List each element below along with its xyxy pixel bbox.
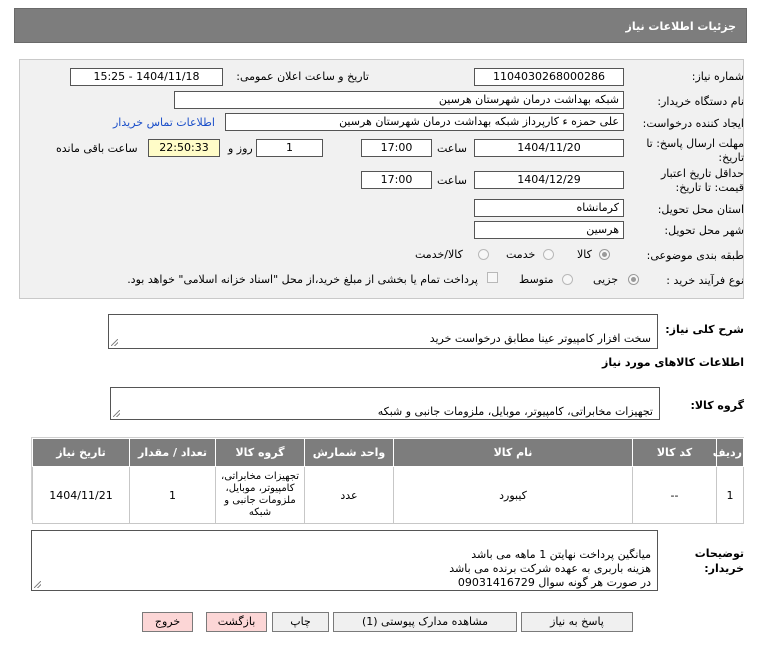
province-label: استان محل تحویل: — [657, 203, 744, 216]
treasury-payment-note: پرداخت تمام یا بخشی از مبلغ خرید،از محل … — [127, 273, 478, 286]
validity-label: حداقل تاریخ اعتبار قیمت: تا تاریخ: — [660, 167, 744, 194]
buyer-org-label: نام دستگاه خریدار: — [657, 95, 744, 108]
table-row[interactable]: 1 -- کیبورد عدد تجهیزات مخابراتی، کامپیو… — [32, 466, 744, 524]
city-label: شهر محل تحویل: — [664, 224, 744, 237]
category-radio-goods-service[interactable] — [478, 249, 489, 260]
col-header-row: ردیف — [713, 438, 744, 467]
goods-group-label: گروه کالا: — [690, 399, 744, 412]
col-header-name: نام کالا — [393, 438, 633, 467]
reply-button[interactable]: پاسخ به نیاز — [521, 612, 633, 632]
items-table: ردیف کد کالا نام کالا واحد شمارش گروه کا… — [32, 438, 744, 524]
validity-date-field: 1404/12/29 — [474, 171, 624, 189]
category-radio-goods[interactable] — [599, 249, 610, 260]
deadline-time-label: ساعت — [437, 142, 467, 155]
col-header-date: تاریخ نیاز — [32, 438, 130, 467]
cell-unit: عدد — [304, 466, 394, 524]
cell-code: -- — [632, 466, 717, 524]
announce-date-field: 1404/11/18 - 15:25 — [70, 68, 223, 86]
goods-group-field[interactable]: تجهیزات مخابراتی، کامپیوتر، موبایل، ملزو… — [110, 387, 660, 420]
col-header-group: گروه کالا — [215, 438, 305, 467]
validity-time-label: ساعت — [437, 174, 467, 187]
print-button[interactable]: چاپ — [272, 612, 329, 632]
category-radio-service[interactable] — [543, 249, 554, 260]
back-button[interactable]: بازگشت — [206, 612, 267, 632]
goods-group-text: تجهیزات مخابراتی، کامپیوتر، موبایل، ملزو… — [377, 405, 653, 418]
col-header-code: کد کالا — [632, 438, 717, 467]
resize-grip-icon[interactable] — [111, 339, 118, 346]
deadline-date-field: 1404/11/20 — [474, 139, 624, 157]
description-text: سخت افزار کامپیوتر عینا مطابق درخواست خر… — [429, 332, 651, 345]
buyer-org-field: شبکه بهداشت درمان شهرستان هرسین — [174, 91, 624, 109]
deadline-time-field: 17:00 — [361, 139, 432, 157]
purchase-type-label: نوع فرآیند خرید : — [666, 274, 744, 287]
buyer-contact-link[interactable]: اطلاعات تماس خریدار — [113, 116, 215, 129]
description-field[interactable]: سخت افزار کامپیوتر عینا مطابق درخواست خر… — [108, 314, 658, 349]
need-number-label: شماره نیاز: — [691, 70, 744, 83]
category-option-service: خدمت — [506, 248, 536, 261]
resize-grip-icon[interactable] — [34, 581, 41, 588]
category-option-goods-service: کالا/خدمت — [415, 248, 463, 261]
need-number-field: 1104030268000286 — [474, 68, 624, 86]
province-field: کرمانشاه — [474, 199, 624, 217]
deadline-label: مهلت ارسال پاسخ: تا تاریخ: — [646, 137, 744, 164]
goods-info-title: اطلاعات کالاهای مورد نیاز — [602, 356, 744, 369]
col-header-qty: تعداد / مقدار — [129, 438, 216, 467]
category-option-goods: کالا — [577, 248, 592, 261]
purchase-option-minor: جزیی — [593, 273, 619, 286]
cell-date: 1404/11/21 — [32, 466, 130, 524]
cell-group: تجهیزات مخابراتی، کامپیوتر، موبایل، ملزو… — [215, 466, 305, 524]
category-label: طبقه بندی موضوعی: — [646, 249, 744, 262]
buyer-notes-text: میانگین پرداخت نهایتن 1 ماهه می باشد هزی… — [449, 548, 651, 589]
validity-time-field: 17:00 — [361, 171, 432, 189]
cell-qty: 1 — [129, 466, 216, 524]
page-header: جزئیات اطلاعات نیاز — [14, 8, 747, 43]
cell-name: کیبورد — [393, 466, 633, 524]
buyer-notes-label: توضیحات خریدار: — [694, 547, 744, 575]
treasury-payment-checkbox[interactable] — [487, 272, 498, 283]
resize-grip-icon[interactable] — [113, 410, 120, 417]
remaining-time-field: 22:50:33 — [148, 139, 220, 157]
purchase-radio-medium[interactable] — [562, 274, 573, 285]
remaining-time-label: ساعت باقی مانده — [56, 142, 138, 155]
page-title: جزئیات اطلاعات نیاز — [625, 20, 737, 33]
requester-label: ایجاد کننده درخواست: — [642, 117, 744, 130]
requester-field: علی حمزه ء کارپرداز شبکه بهداشت درمان شه… — [225, 113, 624, 131]
city-field: هرسین — [474, 221, 624, 239]
days-label: روز و — [228, 142, 253, 155]
buyer-notes-field[interactable]: میانگین پرداخت نهایتن 1 ماهه می باشد هزی… — [31, 530, 658, 591]
col-header-unit: واحد شمارش — [304, 438, 394, 467]
days-field: 1 — [256, 139, 323, 157]
view-attachments-button[interactable]: مشاهده مدارک پیوستی (1) — [333, 612, 517, 632]
purchase-option-medium: متوسط — [519, 273, 554, 286]
cell-row: 1 — [716, 466, 744, 524]
exit-button[interactable]: خروج — [142, 612, 193, 632]
purchase-radio-minor[interactable] — [628, 274, 639, 285]
table-header-row: ردیف کد کالا نام کالا واحد شمارش گروه کا… — [32, 438, 744, 467]
description-label: شرح کلی نیاز: — [665, 323, 744, 336]
announce-date-label: تاریخ و ساعت اعلان عمومی: — [236, 70, 369, 83]
